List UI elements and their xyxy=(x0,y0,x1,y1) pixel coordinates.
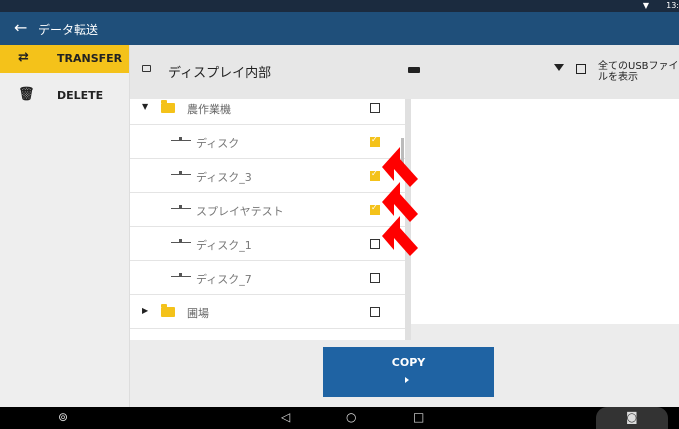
screenshot-button[interactable]: ◙ xyxy=(596,407,668,429)
row-checkbox[interactable] xyxy=(370,307,380,317)
show-all-usb-label: 全てのUSBファイルを表示 xyxy=(598,61,679,83)
folder-icon xyxy=(161,304,175,317)
swap-arrows-icon: ⇄ xyxy=(18,50,29,65)
disk-name: ディスク xyxy=(196,137,240,150)
sidebar-item-label: DELETE xyxy=(57,89,104,102)
disk-name: スプレイヤテスト xyxy=(196,205,284,218)
sidebar-item-delete[interactable]: 🗑 DELETE xyxy=(0,82,129,110)
usb-icon xyxy=(408,67,420,73)
red-arrow-annotation-icon xyxy=(382,216,418,256)
disk-icon xyxy=(171,205,191,209)
brand-logo-icon[interactable]: ⊚ xyxy=(58,410,68,424)
sidebar-item-transfer[interactable]: ⇄ TRANSFER xyxy=(0,45,129,73)
disk-icon xyxy=(171,171,191,175)
display-icon xyxy=(142,65,151,72)
list-item[interactable]: ディスク_7 xyxy=(130,261,405,295)
status-bar: ▼ 13: xyxy=(0,0,679,12)
nav-back-icon[interactable]: ◁ xyxy=(281,410,290,424)
source-header: ディスプレイ内部 全てのUSBファイルを表示 xyxy=(130,45,679,99)
list-item[interactable]: ▶ 圃場 xyxy=(130,295,405,329)
camera-icon: ◙ xyxy=(626,410,638,424)
expand-right-icon[interactable]: ▶ xyxy=(142,306,148,315)
sidebar-item-label: TRANSFER xyxy=(57,52,123,65)
row-checkbox-checked[interactable] xyxy=(370,135,380,147)
copy-button[interactable]: COPY xyxy=(323,347,494,397)
system-nav-bar: ⊚ ◁ ○ □ ◙ xyxy=(0,407,679,429)
row-checkbox-checked[interactable] xyxy=(370,203,380,215)
page-title: データ転送 xyxy=(38,23,99,37)
sidebar: ⇄ TRANSFER 🗑 DELETE xyxy=(0,45,130,407)
copy-button-label: COPY xyxy=(391,356,426,369)
destination-panel xyxy=(411,99,679,324)
disk-name: ディスク_3 xyxy=(196,171,252,184)
back-arrow-icon[interactable]: ← xyxy=(14,19,27,37)
expand-down-icon[interactable]: ▼ xyxy=(142,102,148,111)
list-item[interactable]: ディスク_3 xyxy=(130,159,405,193)
disk-icon xyxy=(171,239,191,243)
row-checkbox[interactable] xyxy=(370,239,380,249)
nav-recents-icon[interactable]: □ xyxy=(413,410,424,424)
trash-icon: 🗑 xyxy=(18,87,35,102)
show-all-usb-checkbox[interactable] xyxy=(576,64,586,74)
app-bar: ← データ転送 xyxy=(0,12,679,45)
list-item[interactable]: スプレイヤテスト xyxy=(130,193,405,227)
wifi-icon: ▼ xyxy=(642,1,649,10)
row-checkbox-checked[interactable] xyxy=(370,169,380,181)
list-item[interactable]: ▼ 農作業機 xyxy=(130,99,405,125)
dropdown-arrow-icon[interactable] xyxy=(554,64,564,71)
row-checkbox[interactable] xyxy=(370,103,380,113)
disk-icon xyxy=(171,273,191,277)
status-time: 13: xyxy=(666,1,679,10)
source-name: ディスプレイ内部 xyxy=(168,66,272,81)
nav-home-icon[interactable]: ○ xyxy=(346,410,356,424)
play-icon xyxy=(405,377,409,383)
folder-icon xyxy=(161,100,175,113)
row-checkbox[interactable] xyxy=(370,273,380,283)
folder-name: 圃場 xyxy=(187,307,209,320)
disk-name: ディスク_7 xyxy=(196,273,252,286)
folder-name: 農作業機 xyxy=(187,103,231,116)
list-item[interactable]: ディスク xyxy=(130,125,405,159)
file-list: ▼ 農作業機 ディスク ディスク_3 スプレイヤテスト ディスク_1 ディスク_… xyxy=(130,99,405,340)
disk-name: ディスク_1 xyxy=(196,239,252,252)
list-item[interactable]: ディスク_1 xyxy=(130,227,405,261)
disk-icon xyxy=(171,137,191,141)
